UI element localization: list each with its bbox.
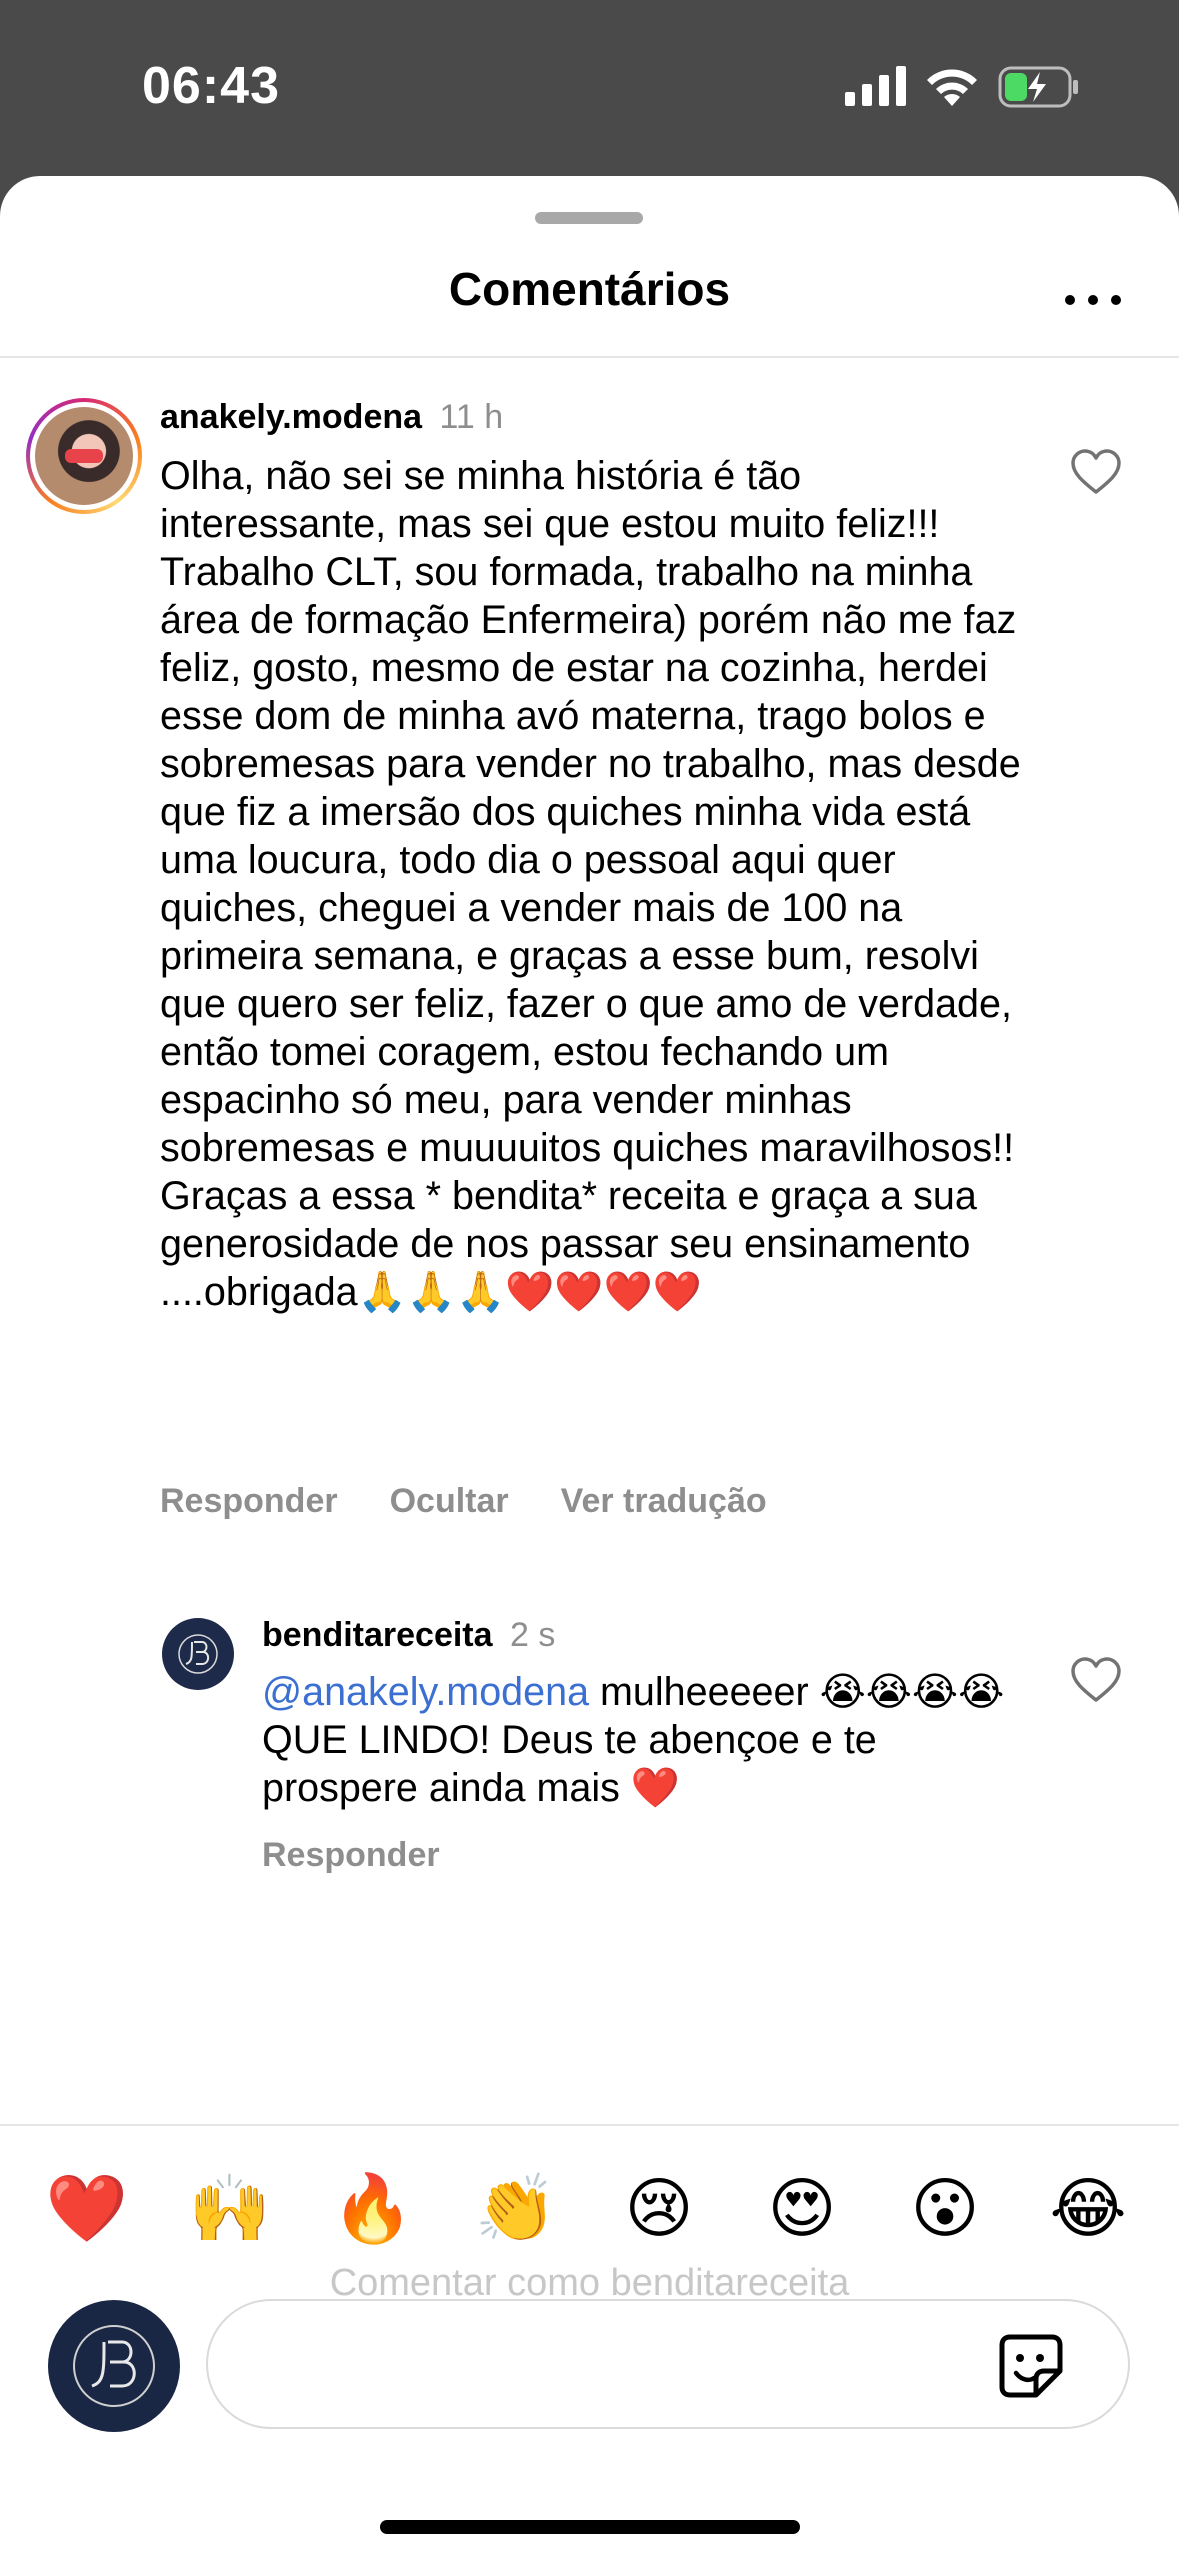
reply-avatar[interactable] — [162, 1618, 234, 1690]
heart-outline-icon[interactable] — [1070, 1656, 1122, 1704]
sticker-icon[interactable] — [996, 2331, 1066, 2401]
status-bar: 06:43 — [0, 0, 1179, 176]
more-options-button[interactable] — [1065, 288, 1121, 312]
comment-header: anakely.modena 11 h — [160, 398, 503, 437]
screen: 06:43 Comentários anakely.modena 11 h Ol… — [0, 0, 1179, 2556]
comment-actions: Responder Ocultar Ver tradução — [160, 1482, 767, 1521]
heart-outline-icon[interactable] — [1070, 448, 1122, 496]
reply-username[interactable]: benditareceita — [262, 1616, 493, 1654]
comment-text: Olha, não sei se minha história é tão in… — [160, 454, 1021, 1314]
commenter-avatar[interactable] — [26, 398, 142, 514]
reply-reply-button[interactable]: Responder — [262, 1836, 440, 1875]
brand-logo-icon — [73, 2325, 155, 2407]
home-indicator — [380, 2520, 800, 2534]
emoji-surprised-button[interactable]: 😮 — [902, 2166, 988, 2252]
comments-sheet: Comentários anakely.modena 11 h Olha, nã… — [0, 176, 1179, 2556]
comment-username[interactable]: anakely.modena — [160, 398, 422, 436]
brand-logo-icon — [178, 1634, 218, 1674]
reply-button[interactable]: Responder — [160, 1482, 338, 1521]
header-divider — [0, 356, 1179, 358]
reply-text: @anakely.modena mulheeeeer 😭😭😭😭 QUE LIND… — [262, 1668, 1022, 1812]
status-time: 06:43 — [142, 57, 280, 115]
quick-emoji-bar: ❤️ 🙌 🔥 👏 😢 😍 😮 😂 — [0, 2166, 1179, 2256]
hide-button[interactable]: Ocultar — [390, 1482, 509, 1521]
sheet-grabber[interactable] — [535, 212, 643, 224]
emoji-raised-hands-button[interactable]: 🙌 — [187, 2166, 273, 2252]
cellular-signal-icon — [845, 66, 906, 106]
comment-timestamp: 11 h — [439, 398, 504, 436]
page-title: Comentários — [448, 263, 731, 315]
composer-divider — [0, 2124, 1179, 2126]
emoji-crying-button[interactable]: 😢 — [616, 2166, 702, 2252]
comment-input[interactable] — [206, 2299, 1130, 2429]
composer-avatar — [48, 2300, 180, 2432]
mention-link[interactable]: @anakely.modena — [262, 1670, 589, 1714]
emoji-laughing-button[interactable]: 😂 — [1045, 2166, 1131, 2252]
emoji-heart-eyes-button[interactable]: 😍 — [759, 2166, 845, 2252]
emoji-fire-button[interactable]: 🔥 — [330, 2166, 416, 2252]
battery-charging-icon — [998, 66, 1078, 108]
wifi-icon — [927, 69, 977, 106]
emoji-clap-button[interactable]: 👏 — [473, 2166, 559, 2252]
reply-header: benditareceita 2 s — [262, 1616, 555, 1655]
profile-photo — [35, 407, 133, 505]
translate-button[interactable]: Ver tradução — [561, 1482, 767, 1521]
emoji-heart-button[interactable]: ❤️ — [44, 2166, 130, 2252]
reply-timestamp: 2 s — [509, 1616, 556, 1654]
more-horizontal-icon — [1065, 295, 1075, 305]
